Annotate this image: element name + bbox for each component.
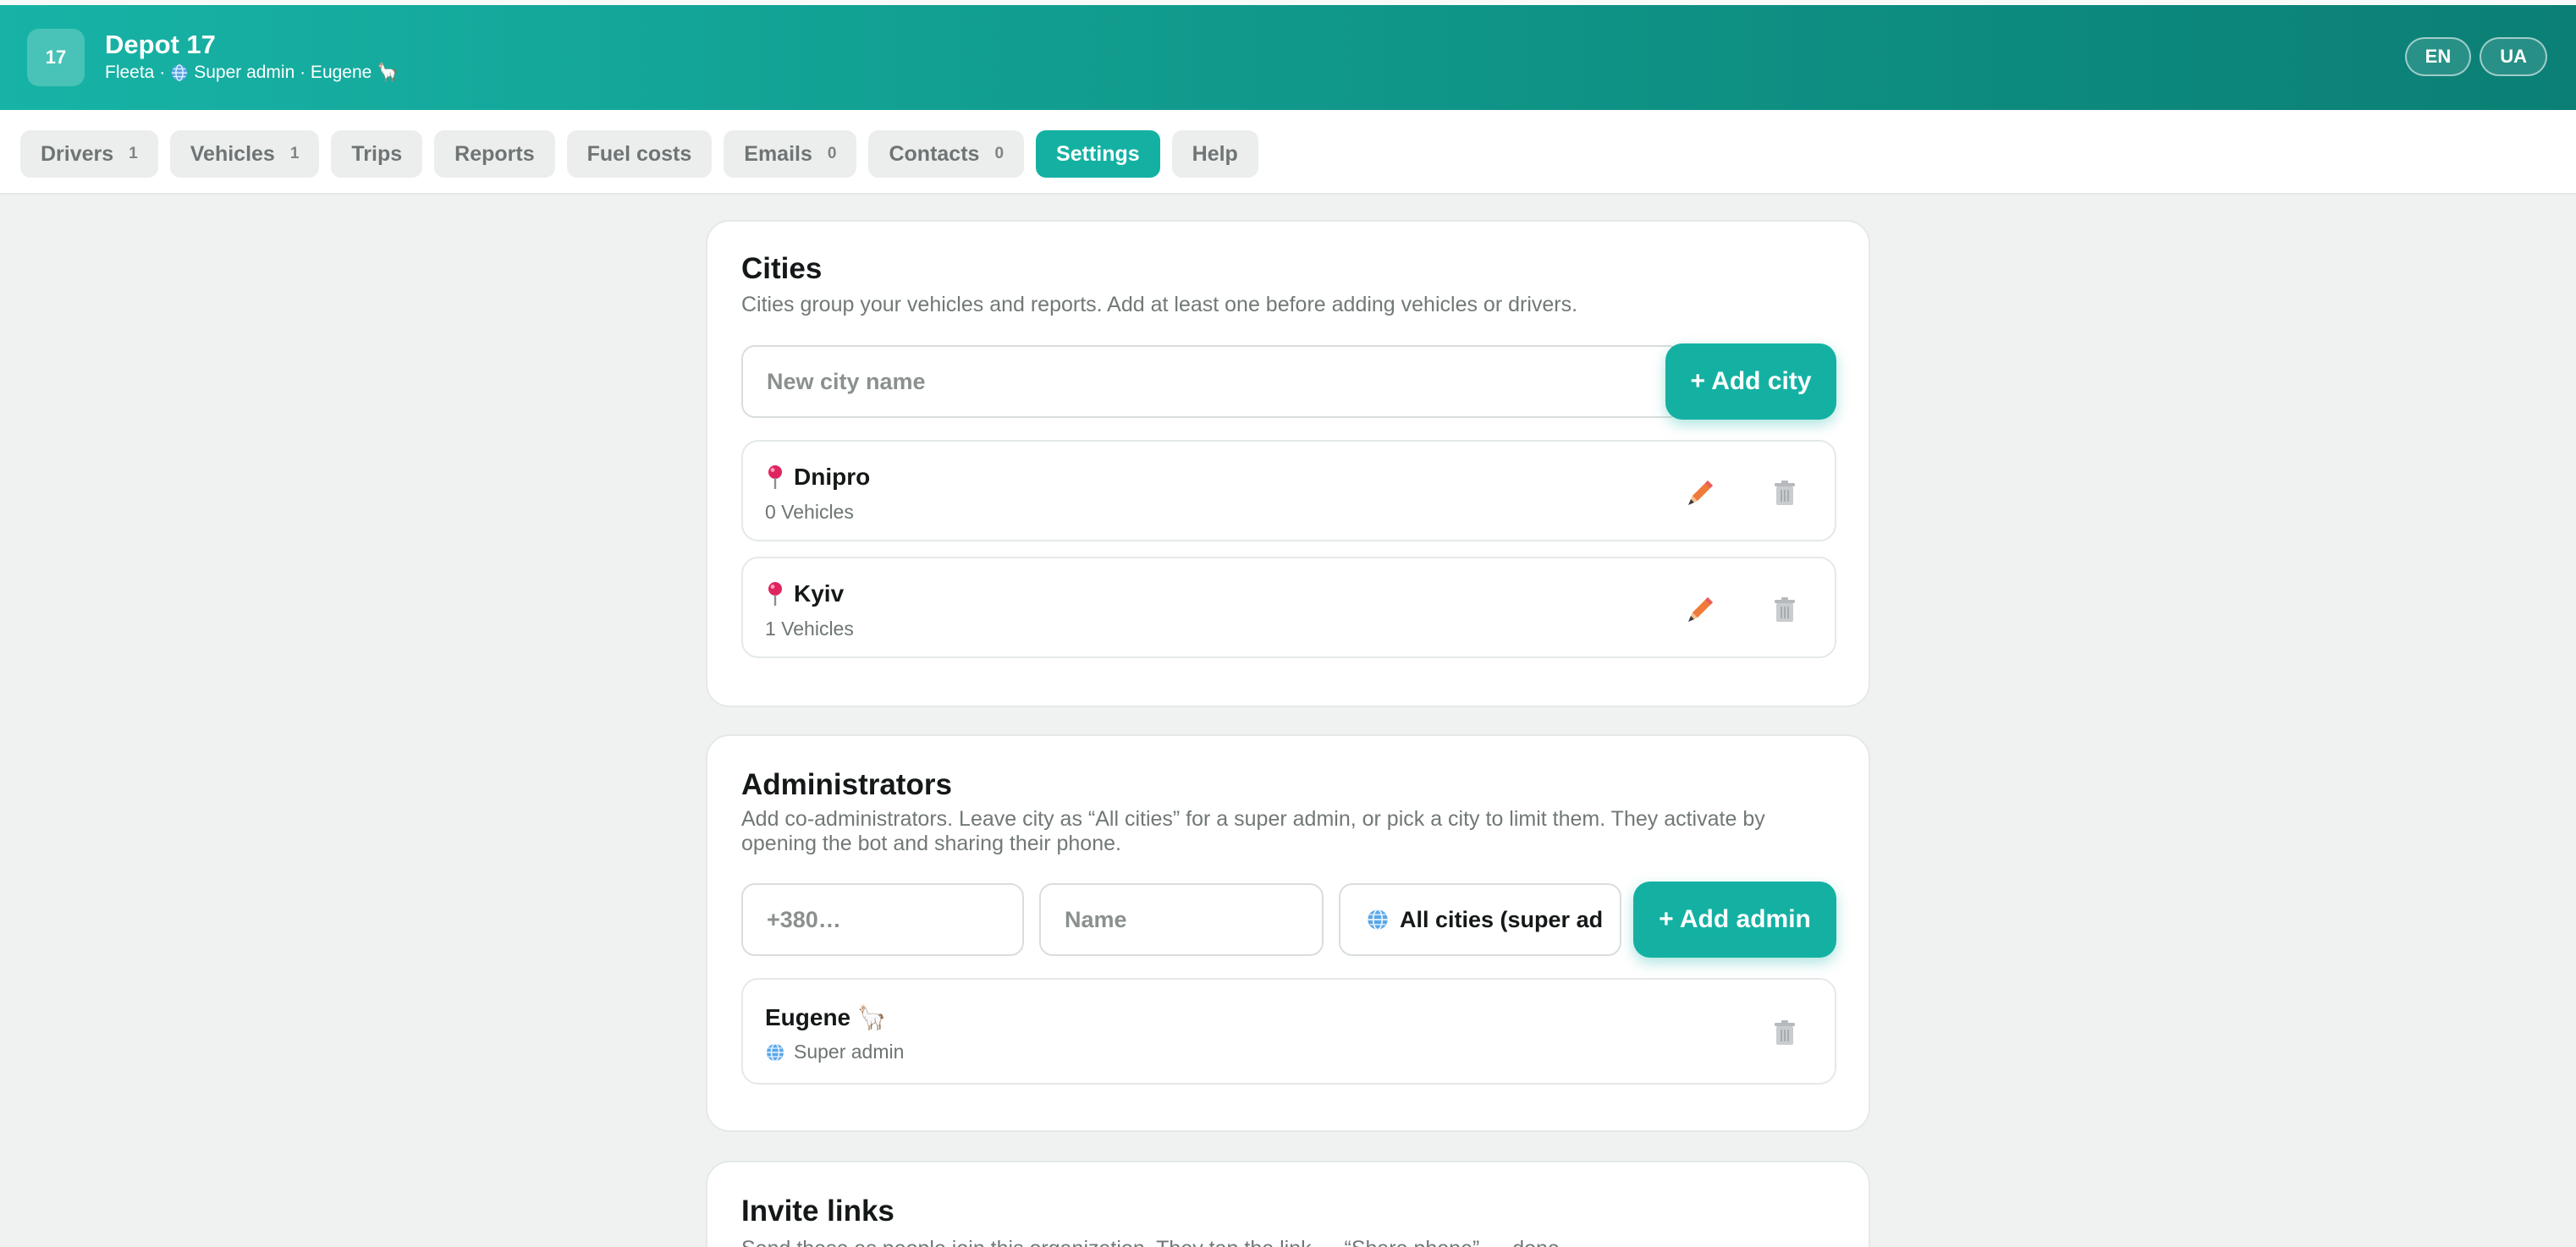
tab-emails[interactable]: Emails 0 (724, 130, 857, 178)
administrators-description-line2: opening the bot and sharing their phone. (741, 832, 1121, 855)
subtitle-role: Super admin · Eugene 🦙 (194, 63, 399, 82)
pencil-icon[interactable] (1684, 477, 1716, 509)
org-logo: 17 (27, 29, 85, 86)
city-row-kyiv: Kyiv 1 Vehicles (741, 557, 1836, 658)
tab-contacts[interactable]: Contacts 0 (868, 130, 1025, 178)
globe-icon (1368, 909, 1388, 931)
cities-description: Cities group your vehicles and reports. … (741, 293, 1578, 316)
add-city-button[interactable]: + Add city (1665, 343, 1836, 420)
cities-title: Cities (741, 252, 823, 285)
tab-vehicles[interactable]: Vehicles 1 (169, 130, 320, 178)
city-vehicle-count: 0 Vehicles (765, 501, 854, 523)
administrators-description-line1: Add co-administrators. Leave city as “Al… (741, 807, 1765, 831)
org-subtitle: Fleeta · Super admin · Eugene 🦙 (105, 61, 399, 85)
main-tabbar: Drivers 1 Vehicles 1 Trips Reports Fuel … (0, 110, 2576, 195)
org-title: Depot 17 (105, 30, 216, 59)
admin-name-input[interactable]: Name (1039, 883, 1324, 956)
pin-icon (768, 582, 782, 606)
admin-role: Super admin (765, 1041, 904, 1063)
trash-icon[interactable] (1774, 597, 1796, 623)
admin-role-text: Super admin (794, 1041, 905, 1063)
tab-count: 0 (994, 145, 1005, 162)
tab-label: Reports (454, 141, 535, 166)
admin-row-eugene: Eugene 🦙 Super admin (741, 978, 1836, 1085)
tab-label: Emails (744, 141, 812, 166)
administrators-card: Administrators Add co-administrators. Le… (706, 734, 1870, 1132)
trash-icon[interactable] (1774, 481, 1796, 506)
trash-icon[interactable] (1774, 1020, 1796, 1046)
tab-label: Vehicles (190, 141, 275, 166)
admin-city-select[interactable]: All cities (super ad (1339, 883, 1621, 956)
language-switcher: EN UA (2404, 37, 2547, 76)
subtitle-app-name: Fleeta · (105, 63, 166, 82)
globe-icon (172, 64, 188, 81)
tab-count: 1 (289, 145, 300, 162)
lang-ua-button[interactable]: UA (2480, 37, 2547, 76)
tab-trips[interactable]: Trips (331, 130, 423, 178)
lang-en-button[interactable]: EN (2404, 37, 2472, 76)
tab-label: Help (1192, 141, 1238, 166)
pin-icon (768, 465, 782, 489)
tab-label: Drivers (41, 141, 114, 166)
invite-links-description: Send these as people join this organizat… (741, 1237, 1566, 1247)
city-row-dnipro: Dnipro 0 Vehicles (741, 440, 1836, 541)
app-header: 17 Depot 17 Fleeta · Super admin · Eugen… (0, 5, 2576, 110)
admin-city-select-value: All cities (super ad (1400, 906, 1604, 932)
tab-count: 1 (129, 145, 138, 162)
tab-label: Fuel costs (586, 141, 692, 166)
tab-settings[interactable]: Settings (1036, 130, 1160, 178)
city-vehicle-count: 1 Vehicles (765, 618, 854, 640)
invite-links-card: Invite links Send these as people join t… (706, 1161, 1870, 1247)
admin-name: Eugene 🦙 (765, 1004, 887, 1030)
add-admin-button[interactable]: + Add admin (1633, 882, 1836, 958)
administrators-title: Administrators (741, 768, 952, 801)
tab-label: Contacts (889, 141, 980, 166)
city-name-text: Kyiv (794, 580, 845, 607)
tab-help[interactable]: Help (1171, 130, 1258, 178)
city-name: Dnipro (765, 464, 870, 491)
tab-drivers[interactable]: Drivers 1 (20, 130, 158, 178)
city-name-text: Dnipro (794, 464, 871, 490)
city-name: Kyiv (765, 580, 844, 607)
globe-icon (767, 1042, 784, 1062)
tab-fuel-costs[interactable]: Fuel costs (566, 130, 713, 178)
org-title-block: Depot 17 Fleeta · Super admin · Eugene 🦙 (105, 29, 399, 85)
tab-reports[interactable]: Reports (434, 130, 555, 178)
tab-count: 0 (827, 145, 837, 162)
tab-label: Trips (351, 141, 403, 166)
new-city-input[interactable]: New city name (741, 345, 1682, 418)
invite-links-title: Invite links (741, 1195, 894, 1228)
admin-phone-input[interactable]: +380… (741, 883, 1024, 956)
pencil-icon[interactable] (1684, 594, 1716, 626)
cities-card: Cities Cities group your vehicles and re… (706, 220, 1870, 707)
tab-label: Settings (1056, 141, 1140, 166)
